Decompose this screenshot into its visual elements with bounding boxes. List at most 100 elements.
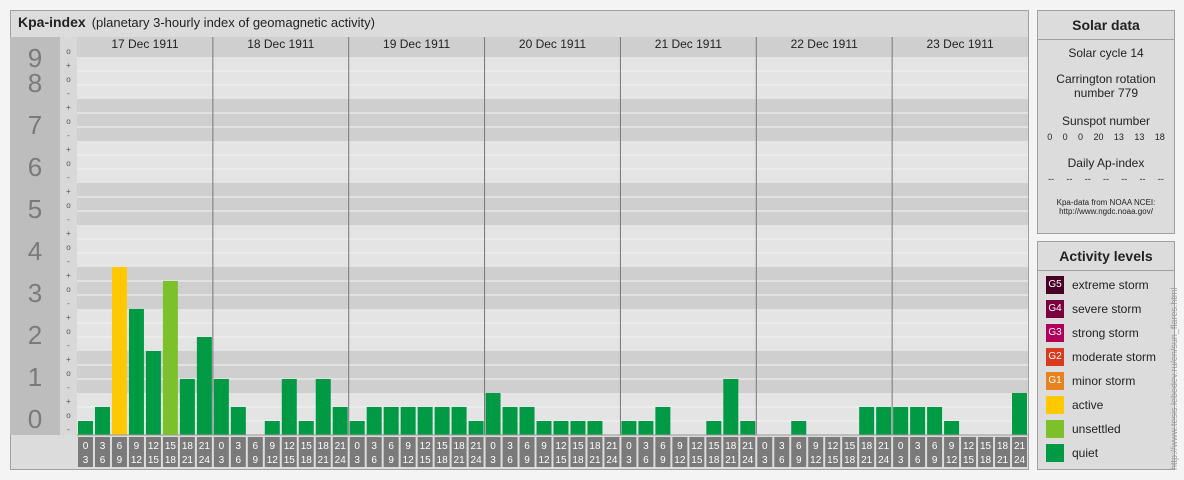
interval-start-label: 18 (725, 441, 737, 452)
interval-end-label: 15 (284, 455, 296, 466)
interval-end-label: 9 (524, 455, 530, 466)
sub-tick-label: o (66, 285, 71, 294)
day-label: 22 Dec 1911 (791, 37, 858, 51)
credit-link[interactable]: http://www.tesis.lebedev.ru/en/sun_flare… (1169, 288, 1179, 470)
sub-tick-label: - (67, 89, 70, 98)
kp-bar (468, 421, 484, 435)
interval-start-label: 0 (626, 441, 632, 452)
title-subtitle: (planetary 3-hourly index of geomagnetic… (91, 15, 375, 30)
kp-bar (553, 421, 569, 435)
source-link[interactable]: http://www.ngdc.noaa.gov/ (1038, 207, 1174, 216)
interval-end-label: 18 (301, 455, 313, 466)
legend-label: extreme storm (1072, 278, 1149, 292)
interval-end-label: 3 (219, 455, 225, 466)
legend-item-unsettled: unsettled (1046, 420, 1121, 438)
interval-end-label: 18 (572, 455, 584, 466)
solar-heading: Solar data (1038, 11, 1174, 40)
interval-start-label: 12 (555, 441, 567, 452)
interval-end-label: 6 (915, 455, 921, 466)
kp-bar (485, 393, 501, 435)
kp-bar (910, 406, 926, 435)
interval-start-label: 3 (915, 441, 921, 452)
sunspot-value: 0 (1062, 132, 1068, 142)
interval-end-label: 24 (199, 455, 211, 466)
sub-tick-label: - (67, 257, 70, 266)
interval-start-label: 21 (878, 441, 890, 452)
ap-value: -- (1157, 174, 1164, 184)
kp-bar (281, 379, 297, 435)
interval-end-label: 6 (236, 455, 242, 466)
interval-start-label: 9 (405, 441, 411, 452)
kp-bar (740, 421, 756, 435)
interval-start-label: 21 (335, 441, 347, 452)
y-tick-label: 2 (28, 320, 42, 350)
legend-heading: Activity levels (1038, 242, 1174, 271)
sunspot-value: 18 (1154, 132, 1165, 142)
kp-bar (298, 421, 314, 435)
kp-bar (230, 406, 246, 435)
interval-start-label: 6 (253, 441, 259, 452)
sub-tick-label: + (66, 145, 71, 154)
level-band (77, 267, 1028, 309)
interval-start-label: 18 (589, 441, 601, 452)
interval-start-label: 12 (420, 441, 432, 452)
kp-bar (78, 421, 93, 435)
interval-end-label: 3 (762, 455, 768, 466)
interval-start-label: 6 (796, 441, 802, 452)
sunspot-values: 0 0 0 20 13 13 18 (1038, 132, 1174, 142)
kp-bar (638, 421, 654, 435)
legend-swatch: G2 (1046, 348, 1064, 366)
legend-label: moderate storm (1072, 350, 1157, 364)
interval-start-label: 15 (572, 441, 584, 452)
interval-start-label: 21 (1014, 441, 1026, 452)
kp-bar (1012, 393, 1027, 435)
interval-start-label: 15 (165, 441, 177, 452)
sunspot-value: 13 (1113, 132, 1124, 142)
ap-value: -- (1066, 174, 1073, 184)
sunspot-label: Sunspot number (1061, 114, 1151, 128)
ap-values: -- -- -- -- -- -- -- (1038, 174, 1174, 184)
interval-start-label: 18 (182, 441, 194, 452)
interval-start-label: 18 (318, 441, 330, 452)
interval-start-label: 9 (134, 441, 140, 452)
legend-swatch (1046, 420, 1064, 438)
interval-end-label: 15 (148, 455, 160, 466)
interval-end-label: 24 (471, 455, 483, 466)
interval-end-label: 6 (643, 455, 649, 466)
day-label: 21 Dec 1911 (655, 37, 722, 51)
interval-end-label: 24 (742, 455, 754, 466)
kp-bar (349, 421, 365, 435)
interval-end-label: 24 (878, 455, 890, 466)
kp-bar (587, 421, 603, 435)
interval-start-label: 21 (742, 441, 754, 452)
interval-end-label: 15 (420, 455, 432, 466)
interval-start-label: 9 (677, 441, 683, 452)
kp-bar (859, 406, 875, 435)
legend-swatch: G1 (1046, 372, 1064, 390)
ap-value: -- (1084, 174, 1091, 184)
legend-swatch: G3 (1046, 324, 1064, 342)
interval-end-label: 15 (827, 455, 839, 466)
sub-tick-label: + (66, 229, 71, 238)
sub-tick-label: o (66, 243, 71, 252)
sunspot-value: 13 (1134, 132, 1145, 142)
sunspot-value: 20 (1093, 132, 1104, 142)
sub-tick-label: + (66, 397, 71, 406)
interval-start-label: 21 (606, 441, 618, 452)
interval-start-label: 21 (199, 441, 211, 452)
interval-start-label: 12 (284, 441, 296, 452)
title-main: Kpa-index (18, 14, 86, 30)
interval-start-label: 18 (997, 441, 1009, 452)
interval-start-label: 18 (454, 441, 466, 452)
kp-bar (213, 379, 229, 435)
kp-bar (502, 406, 518, 435)
interval-start-label: 6 (932, 441, 938, 452)
interval-start-label: 18 (861, 441, 873, 452)
carrington-line-1: Carrington rotation (1056, 72, 1156, 86)
ap-value: -- (1121, 174, 1128, 184)
sub-tick-label: - (67, 341, 70, 350)
kp-bar (536, 421, 552, 435)
kp-bar (893, 406, 909, 435)
interval-end-label: 3 (626, 455, 632, 466)
sub-tick-label: o (66, 327, 71, 336)
